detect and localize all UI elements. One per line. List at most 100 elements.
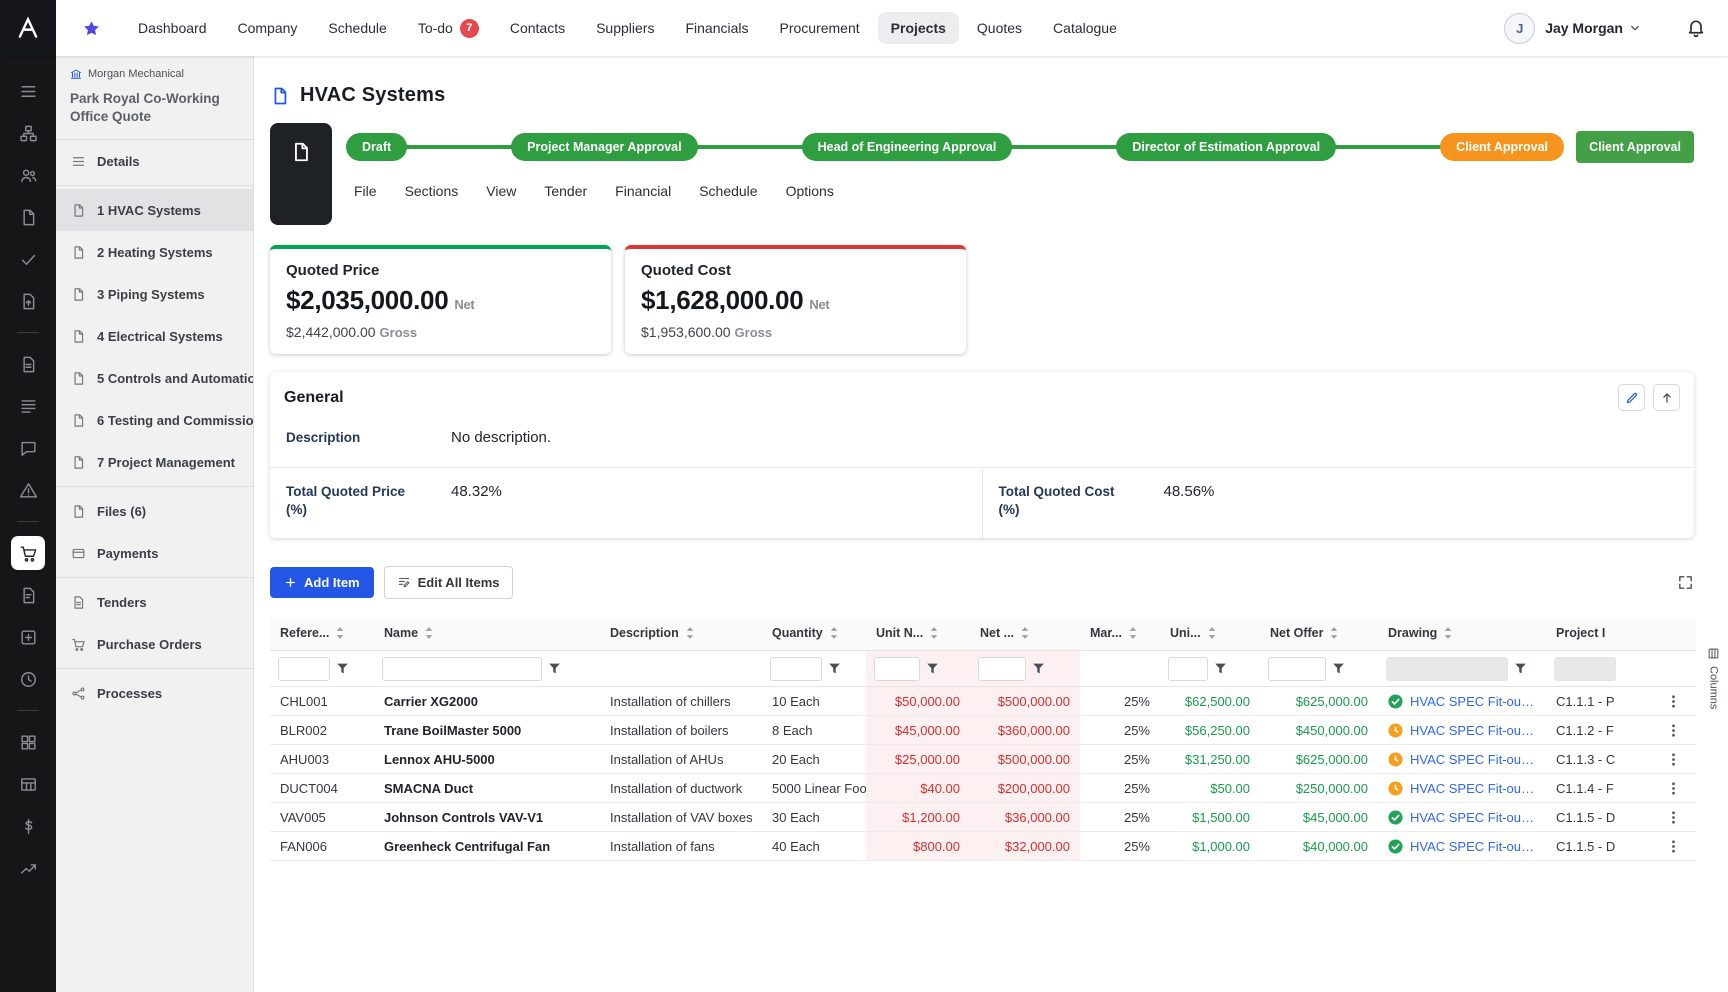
nav-item[interactable]: Projects [878, 12, 959, 44]
row-menu-icon[interactable] [1666, 839, 1681, 854]
table-row[interactable]: VAV005 Johnson Controls VAV-V1 Installat… [270, 803, 1696, 832]
col-drawing[interactable]: Drawing [1378, 617, 1546, 651]
rail-item-sitemap[interactable] [11, 116, 45, 150]
col-margin[interactable]: Mar... [1080, 617, 1160, 651]
menu-item[interactable]: Financial [615, 183, 671, 199]
net-filter-input[interactable] [978, 657, 1026, 681]
col-project[interactable]: Project I [1546, 617, 1662, 651]
nav-item[interactable]: Dashboard [125, 12, 220, 44]
sidebar-item-processes[interactable]: Processes [56, 672, 253, 714]
edit-button[interactable] [1618, 384, 1645, 411]
menu-item[interactable]: View [486, 183, 516, 199]
row-menu-icon[interactable] [1666, 781, 1681, 796]
drawing-link[interactable]: HVAC SPEC Fit-out 10... [1410, 839, 1536, 854]
add-item-button[interactable]: Add Item [270, 567, 374, 598]
col-description[interactable]: Description [600, 617, 762, 651]
rail-item-list[interactable] [11, 74, 45, 108]
menu-item[interactable]: Tender [544, 183, 587, 199]
unit-net-filter-input[interactable] [874, 657, 920, 681]
table-row[interactable]: FAN006 Greenheck Centrifugal Fan Install… [270, 832, 1696, 861]
nav-item[interactable]: Procurement [767, 12, 873, 44]
row-menu-icon[interactable] [1666, 752, 1681, 767]
nav-item[interactable]: Suppliers [583, 12, 667, 44]
columns-panel-toggle[interactable]: Columns [1707, 647, 1720, 709]
sidebar-section-item[interactable]: 6 Testing and Commissioning [56, 399, 253, 441]
table-row[interactable]: CHL001 Carrier XG2000 Installation of ch… [270, 687, 1696, 716]
menu-item[interactable]: File [354, 183, 377, 199]
drawing-link[interactable]: HVAC SPEC Fit-out 10... [1410, 694, 1536, 709]
col-net[interactable]: Net ... [970, 617, 1080, 651]
drawing-link[interactable]: HVAC SPEC Fit-out 10... [1410, 810, 1536, 825]
drawing-link[interactable]: HVAC SPEC Fit-out 10... [1410, 723, 1536, 738]
quantity-filter-input[interactable] [770, 657, 822, 681]
breadcrumb-company[interactable]: Morgan Mechanical [56, 56, 253, 82]
workflow-step[interactable]: Project Manager Approval [511, 133, 697, 161]
rail-item-upload[interactable] [11, 284, 45, 318]
drawing-filter-input[interactable] [1386, 657, 1508, 681]
workflow-step[interactable]: Draft [346, 133, 407, 161]
app-logo[interactable] [0, 0, 56, 56]
rail-item-contacts[interactable] [11, 158, 45, 192]
menu-item[interactable]: Schedule [699, 183, 757, 199]
client-approval-button[interactable]: Client Approval [1576, 131, 1694, 163]
sidebar-section-item[interactable]: 5 Controls and Automation [56, 357, 253, 399]
sidebar-section-item[interactable]: 1 HVAC Systems [56, 189, 253, 231]
row-menu-icon[interactable] [1666, 810, 1681, 825]
nav-item[interactable]: Financials [672, 12, 761, 44]
user-menu[interactable]: Jay Morgan [1545, 20, 1642, 36]
col-name[interactable]: Name [374, 617, 600, 651]
drawing-filter-icon[interactable] [1514, 662, 1527, 675]
reference-filter-input[interactable] [278, 657, 330, 681]
sidebar-item-details[interactable]: Details [56, 140, 253, 182]
reference-filter-icon[interactable] [336, 662, 349, 675]
rail-item-dashboard[interactable] [11, 725, 45, 759]
col-unit-offer[interactable]: Uni... [1160, 617, 1260, 651]
rail-item-tasks[interactable] [11, 242, 45, 276]
unit-offer-filter-input[interactable] [1168, 657, 1208, 681]
name-filter-icon[interactable] [548, 662, 561, 675]
nav-item[interactable]: Catalogue [1040, 12, 1130, 44]
drawing-link[interactable]: HVAC SPEC Fit-out 10... [1410, 781, 1536, 796]
sidebar-item-purchase-orders[interactable]: Purchase Orders [56, 623, 253, 665]
section-tab-active[interactable] [270, 123, 332, 225]
rail-item-tables[interactable] [11, 767, 45, 801]
table-row[interactable]: AHU003 Lennox AHU-5000 Installation of A… [270, 745, 1696, 774]
col-net-offer[interactable]: Net Offer [1260, 617, 1378, 651]
sidebar-section-item[interactable]: 7 Project Management [56, 441, 253, 483]
col-reference[interactable]: Refere... [270, 617, 374, 651]
net-filter-icon[interactable] [1032, 662, 1045, 675]
rail-item-quotes[interactable] [11, 536, 45, 570]
menu-item[interactable]: Options [786, 183, 834, 199]
net-offer-filter-input[interactable] [1268, 657, 1326, 681]
sidebar-item-files[interactable]: Files (6) [56, 490, 253, 532]
unit-net-filter-icon[interactable] [926, 662, 939, 675]
sidebar-item-tenders[interactable]: Tenders [56, 581, 253, 623]
menu-item[interactable]: Sections [405, 183, 459, 199]
row-menu-icon[interactable] [1666, 723, 1681, 738]
workflow-step[interactable]: Head of Engineering Approval [802, 133, 1013, 161]
fullscreen-button[interactable] [1677, 574, 1694, 591]
sidebar-section-item[interactable]: 2 Heating Systems [56, 231, 253, 273]
col-unit-net[interactable]: Unit N... [866, 617, 970, 651]
rail-item-modules[interactable] [11, 620, 45, 654]
sidebar-section-item[interactable]: 3 Piping Systems [56, 273, 253, 315]
row-menu-icon[interactable] [1666, 694, 1681, 709]
nav-item[interactable]: Schedule [315, 12, 399, 44]
workflow-step[interactable]: Client Approval [1440, 133, 1564, 161]
rail-item-files[interactable] [11, 347, 45, 381]
net-offer-filter-icon[interactable] [1332, 662, 1345, 675]
rail-item-rows[interactable] [11, 389, 45, 423]
table-row[interactable]: DUCT004 SMACNA Duct Installation of duct… [270, 774, 1696, 803]
favorites-star-icon[interactable] [82, 19, 101, 38]
sidebar-item-payments[interactable]: Payments [56, 532, 253, 574]
project-filter-input[interactable] [1554, 657, 1616, 681]
avatar[interactable]: J [1504, 13, 1535, 44]
unit-offer-filter-icon[interactable] [1214, 662, 1227, 675]
notifications-bell-icon[interactable] [1686, 18, 1706, 38]
name-filter-input[interactable] [382, 657, 542, 681]
rail-item-reports[interactable] [11, 851, 45, 885]
nav-item[interactable]: To-do 7 [405, 11, 492, 46]
rail-item-time[interactable] [11, 662, 45, 696]
rail-item-finance[interactable] [11, 809, 45, 843]
col-quantity[interactable]: Quantity [762, 617, 866, 651]
